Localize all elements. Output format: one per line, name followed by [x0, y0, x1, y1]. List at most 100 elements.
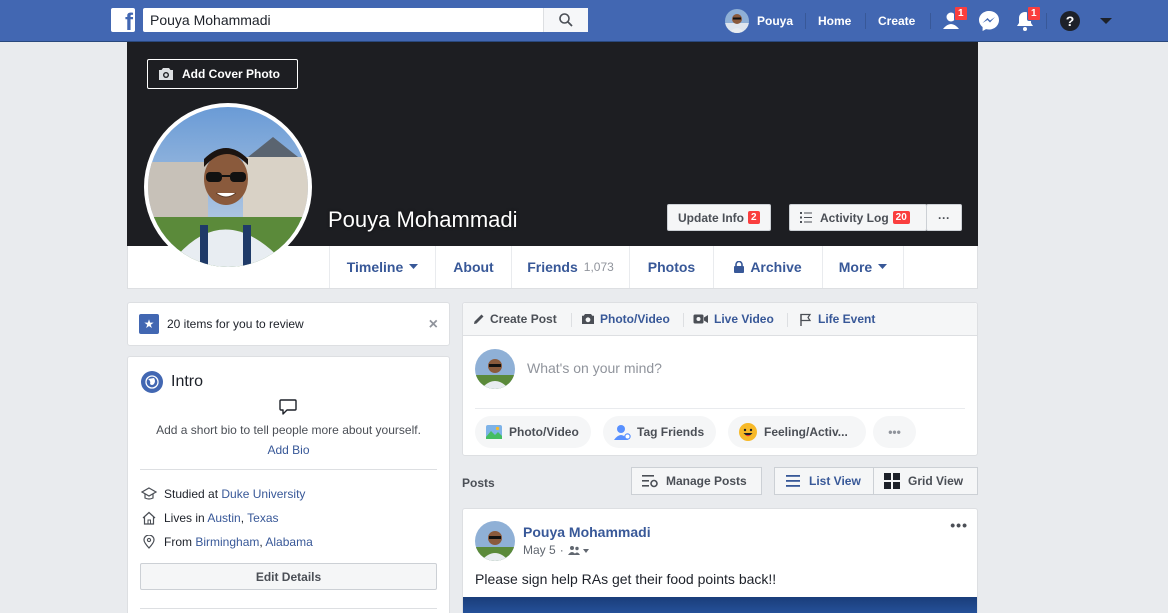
nav-home-link[interactable]: Home: [818, 0, 851, 42]
flag-icon: [800, 313, 812, 326]
post-author-link[interactable]: Pouya Mohammadi: [523, 524, 651, 540]
tab-archive-label: Archive: [750, 259, 802, 275]
lives-state-link[interactable]: Texas: [247, 511, 278, 525]
update-info-button[interactable]: Update Info 2: [667, 204, 771, 231]
tag-friends-label: Tag Friends: [637, 425, 705, 439]
live-video-label: Live Video: [714, 312, 774, 326]
tab-about[interactable]: About: [435, 246, 511, 288]
nav-create-label: Create: [878, 14, 916, 28]
graduation-cap-icon: [141, 487, 157, 500]
speech-bubble-icon: [279, 399, 297, 415]
home-icon: [142, 511, 156, 525]
activity-log-count: 20: [892, 211, 910, 224]
post-text: Please sign help RAs get their food poin…: [475, 571, 777, 587]
composer-avatar: [475, 349, 515, 389]
friend-requests-badge: 1: [954, 6, 968, 21]
nav-divider: [1046, 13, 1047, 29]
from-state-link[interactable]: Alabama: [265, 535, 312, 549]
tab-about-label: About: [453, 259, 494, 275]
lock-icon: [734, 261, 745, 273]
friends-count: 1,073: [583, 260, 614, 274]
post-avatar[interactable]: [475, 521, 515, 561]
post-options-button[interactable]: •••: [950, 517, 968, 533]
nav-user-name: Pouya: [757, 14, 794, 28]
photo-video-action-label: Photo/Video: [509, 425, 579, 439]
facebook-logo-icon[interactable]: f: [111, 8, 135, 32]
nav-divider: [930, 13, 931, 29]
composer-input[interactable]: What's on your mind?: [527, 360, 662, 376]
tab-photos[interactable]: Photos: [629, 246, 713, 288]
grid-view-button[interactable]: Grid View: [873, 467, 978, 495]
activity-log-button[interactable]: Activity Log 20: [789, 204, 927, 231]
from-city-link[interactable]: Birmingham: [195, 535, 259, 549]
nav-avatar: [725, 9, 749, 33]
caret-down-icon: [878, 264, 888, 269]
tab-create-post[interactable]: Create Post: [473, 312, 557, 326]
profile-picture[interactable]: [144, 103, 312, 271]
composer-tabs: Create Post Photo/Video Live Video Life …: [463, 303, 977, 336]
tab-friends[interactable]: Friends 1,073: [511, 246, 629, 288]
close-icon[interactable]: ×: [429, 316, 438, 334]
tab-timeline-label: Timeline: [346, 259, 404, 275]
profile-name[interactable]: Pouya Mohammadi: [328, 207, 518, 233]
update-info-count: 2: [748, 211, 760, 224]
nav-profile-link[interactable]: Pouya: [725, 0, 793, 42]
school-link[interactable]: Duke University: [221, 487, 305, 501]
from-prefix: From: [164, 535, 192, 549]
search-bar: [143, 8, 588, 32]
notifications-badge: 1: [1027, 6, 1041, 21]
search-input[interactable]: [143, 8, 541, 32]
divider: [571, 313, 572, 327]
tab-more-label: More: [838, 259, 873, 275]
top-navigation-bar: f Pouya Home Create 1 1 ?: [0, 0, 1168, 42]
list-view-icon: [786, 475, 800, 487]
post-date[interactable]: May 5: [523, 543, 556, 557]
review-items-banner[interactable]: ★ 20 items for you to review ×: [127, 302, 450, 346]
studied-prefix: Studied at: [164, 487, 219, 501]
smiley-icon: [739, 423, 757, 441]
edit-details-button[interactable]: Edit Details: [140, 563, 437, 590]
settings-list-icon: [642, 475, 658, 488]
add-cover-photo-button[interactable]: Add Cover Photo: [147, 59, 298, 89]
account-menu-button[interactable]: [1094, 9, 1118, 33]
manage-posts-button[interactable]: Manage Posts: [631, 467, 762, 495]
manage-posts-label: Manage Posts: [666, 474, 747, 488]
tab-friends-label: Friends: [527, 259, 578, 275]
intro-title: Intro: [171, 373, 204, 390]
messenger-button[interactable]: [977, 9, 1001, 33]
feeling-activity-button[interactable]: Feeling/Activ...: [728, 416, 866, 448]
post-composer: Create Post Photo/Video Live Video Life …: [462, 302, 978, 456]
tab-timeline[interactable]: Timeline: [329, 246, 435, 288]
post-meta: May 5 ·: [523, 543, 590, 557]
tab-more[interactable]: More: [822, 246, 904, 288]
friend-requests-button[interactable]: 1: [941, 6, 968, 33]
photo-video-action-button[interactable]: Photo/Video: [475, 416, 591, 448]
tag-friends-icon: [614, 425, 631, 440]
tab-photo-video[interactable]: Photo/Video: [581, 312, 670, 326]
lives-city-link[interactable]: Austin: [207, 511, 240, 525]
help-button[interactable]: ?: [1058, 9, 1082, 33]
bio-prompt: Add a short bio to tell people more abou…: [156, 423, 421, 437]
tab-archive[interactable]: Archive: [713, 246, 822, 288]
list-view-button[interactable]: List View: [774, 467, 874, 495]
create-post-label: Create Post: [490, 312, 557, 326]
tab-live-video[interactable]: Live Video: [693, 312, 774, 326]
notifications-button[interactable]: 1: [1013, 6, 1041, 33]
photo-icon: [486, 425, 502, 439]
camera-icon: [159, 68, 173, 80]
search-button[interactable]: [543, 8, 588, 32]
composer-more-button[interactable]: •••: [873, 416, 916, 448]
cover-more-button[interactable]: ···: [926, 204, 962, 231]
divider: [475, 408, 965, 409]
globe-icon: [141, 371, 163, 393]
friends-audience-icon[interactable]: [567, 545, 590, 555]
post-image[interactable]: [463, 597, 977, 613]
add-bio-link[interactable]: Add Bio: [128, 443, 449, 457]
tag-friends-button[interactable]: Tag Friends: [603, 416, 717, 448]
divider: [787, 313, 788, 327]
camera-icon: [582, 314, 594, 324]
add-cover-label: Add Cover Photo: [182, 67, 280, 81]
tab-life-event[interactable]: Life Event: [799, 312, 875, 326]
nav-create-link[interactable]: Create: [878, 0, 915, 42]
lives-in-row: Lives in Austin, Texas: [141, 511, 279, 525]
